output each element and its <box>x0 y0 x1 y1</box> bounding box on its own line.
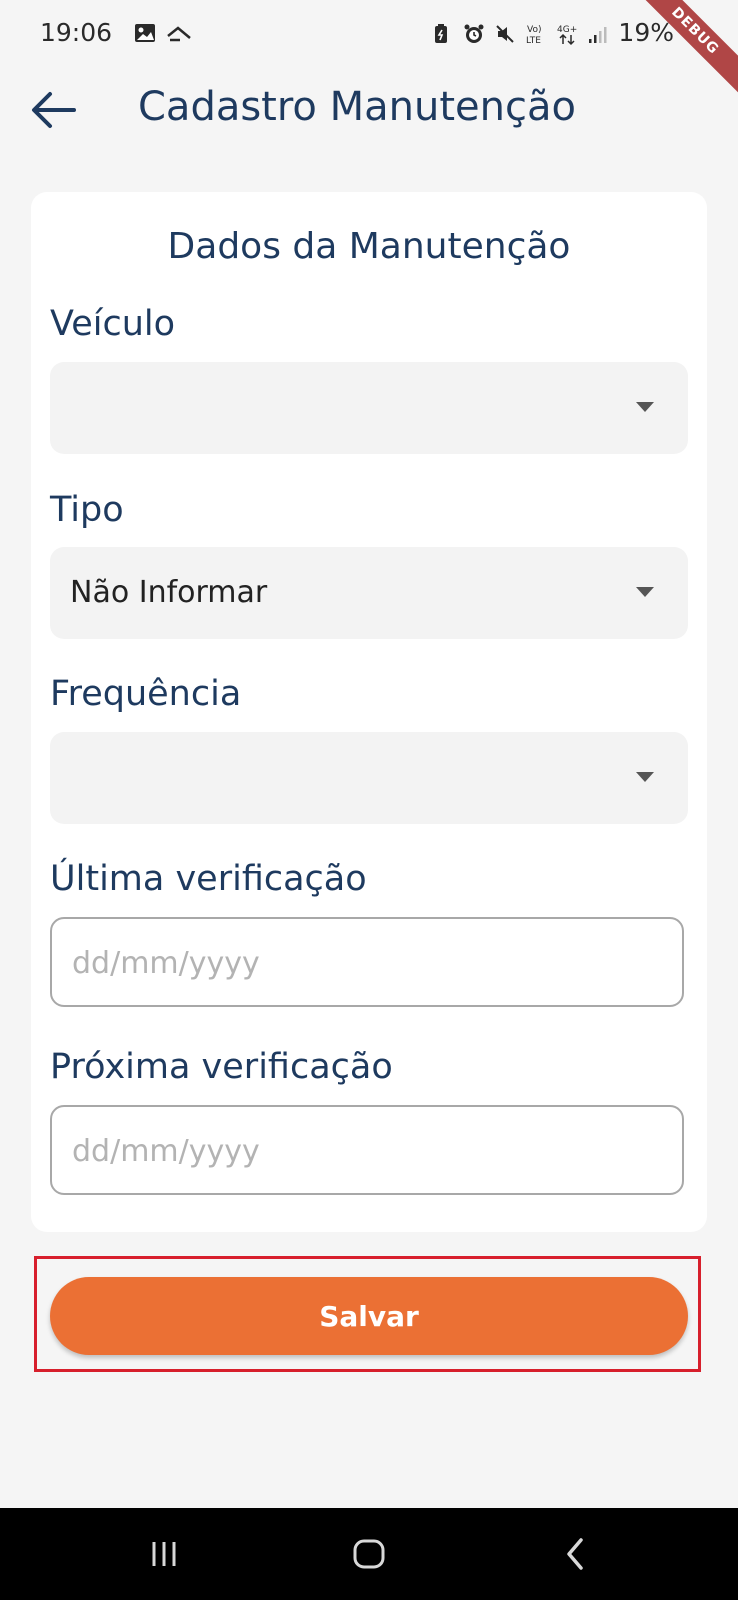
save-button[interactable]: Salvar <box>50 1277 688 1355</box>
email-icon <box>166 22 191 44</box>
proxima-verificacao-label: Próxima verificação <box>50 1047 393 1087</box>
signal-icon <box>587 22 609 44</box>
alarm-icon <box>463 22 485 44</box>
status-bar: 19:06 Vo) LTE 4G+ 19% DEBUG <box>0 0 738 101</box>
4g-icon: 4G+ <box>556 22 578 45</box>
image-icon <box>134 22 156 44</box>
arrow-left-icon <box>32 92 76 128</box>
ultima-verificacao-input[interactable] <box>70 919 664 1007</box>
dropdown-arrow-icon <box>636 772 654 782</box>
tipo-value: Não Informar <box>70 575 268 610</box>
app-bar: Cadastro Manutenção <box>0 70 738 150</box>
dropdown-arrow-icon <box>636 587 654 597</box>
form-card: Dados da Manutenção Veículo Tipo Não Inf… <box>31 192 707 1232</box>
frequencia-label: Frequência <box>50 674 242 714</box>
ultima-verificacao-label: Última verificação <box>50 859 367 899</box>
back-nav-icon <box>567 1538 583 1570</box>
status-time: 19:06 <box>40 18 113 47</box>
section-title: Dados da Manutenção <box>167 226 571 267</box>
page-title: Cadastro Manutenção <box>138 84 576 130</box>
back-button[interactable] <box>26 82 82 138</box>
tipo-dropdown[interactable]: Não Informar <box>50 547 688 639</box>
veiculo-label: Veículo <box>50 304 176 344</box>
battery-percent: 19% <box>618 18 674 47</box>
mute-icon <box>494 22 516 44</box>
frequencia-dropdown[interactable] <box>50 732 688 824</box>
recent-apps-icon <box>152 1542 176 1566</box>
status-right-icons: Vo) LTE 4G+ 19% <box>432 18 674 47</box>
status-left-icons <box>134 22 191 44</box>
veiculo-dropdown[interactable] <box>50 362 688 454</box>
volte-icon: Vo) LTE <box>525 22 547 46</box>
tipo-label: Tipo <box>50 490 124 530</box>
proxima-verificacao-field <box>50 1105 684 1195</box>
home-button[interactable] <box>339 1526 399 1582</box>
dropdown-arrow-icon <box>636 402 654 412</box>
svg-text:LTE: LTE <box>526 36 541 46</box>
svg-text:Vo): Vo) <box>527 25 541 35</box>
recent-apps-button[interactable] <box>134 1526 194 1582</box>
system-nav-bar <box>0 1508 738 1600</box>
ultima-verificacao-field <box>50 917 684 1007</box>
back-nav-button[interactable] <box>546 1526 606 1582</box>
proxima-verificacao-input[interactable] <box>70 1107 664 1195</box>
svg-text:4G+: 4G+ <box>557 25 577 35</box>
battery-saver-icon <box>432 22 454 44</box>
home-icon <box>353 1539 385 1569</box>
